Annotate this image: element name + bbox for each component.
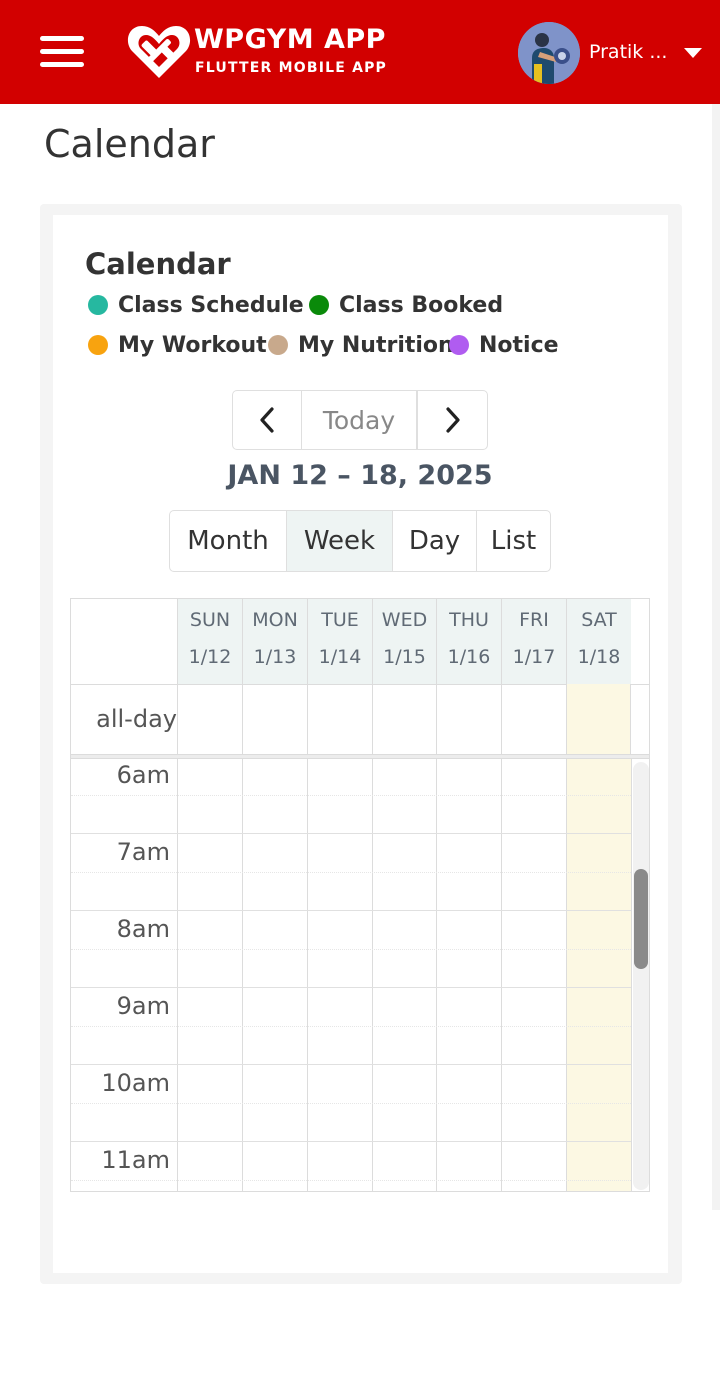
all-day-cell[interactable] (242, 684, 307, 754)
time-label-10am: 10am (101, 1069, 170, 1097)
legend-dot (88, 335, 108, 355)
all-day-row: all-day (71, 684, 649, 754)
day-date: 1/18 (577, 646, 621, 668)
day-name: MON (252, 609, 298, 631)
day-header-sun[interactable]: SUN 1/12 (177, 599, 242, 684)
legend-class-booked: Class Booked (309, 290, 503, 320)
day-date: 1/14 (318, 646, 362, 668)
prev-button[interactable] (232, 390, 302, 450)
user-avatar-image (518, 22, 580, 84)
time-label-11am: 11am (101, 1146, 170, 1174)
day-header-thu[interactable]: THU 1/16 (436, 599, 501, 684)
day-name: WED (381, 609, 428, 631)
chevron-right-icon (445, 407, 460, 433)
legend-dot (268, 335, 288, 355)
legend-notice: Notice (449, 330, 559, 360)
today-column[interactable] (566, 759, 631, 1191)
day-header-row: SUN 1/12 MON 1/13 TUE 1/14 WED 1/15 THU … (71, 599, 649, 685)
all-day-cell[interactable] (501, 684, 566, 754)
legend-my-nutrition: My Nutrition (268, 330, 454, 360)
day-header-fri[interactable]: FRI 1/17 (501, 599, 566, 684)
date-range-title: JAN 12 – 18, 2025 (227, 460, 493, 491)
app-logo: WPGYM APP FLUTTER MOBILE APP (126, 20, 396, 84)
app-title: WPGYM APP (194, 24, 386, 55)
view-list-button[interactable]: List (476, 510, 551, 572)
legend-label: Class Schedule (118, 292, 304, 318)
time-label-6am: 6am (116, 761, 170, 789)
next-button[interactable] (417, 390, 488, 450)
all-day-cell[interactable] (307, 684, 372, 754)
all-day-cell[interactable] (177, 684, 242, 754)
legend-class-schedule: Class Schedule (88, 290, 304, 320)
day-name: SAT (581, 609, 617, 631)
legend-dot (88, 295, 108, 315)
time-label-9am: 9am (116, 992, 170, 1020)
time-label-7am: 7am (116, 838, 170, 866)
grid-scrollbar-track[interactable] (633, 762, 649, 1190)
view-week-button[interactable]: Week (286, 510, 393, 572)
all-day-cell-today[interactable] (566, 684, 631, 754)
calendar-title: Calendar (85, 247, 231, 281)
all-day-cell[interactable] (372, 684, 436, 754)
legend-label: My Workout (118, 332, 267, 358)
day-date: 1/16 (447, 646, 491, 668)
user-avatar[interactable] (518, 22, 580, 84)
day-date: 1/15 (383, 646, 426, 668)
day-date: 1/12 (188, 646, 232, 668)
day-header-sat[interactable]: SAT 1/18 (566, 599, 631, 684)
chevron-left-icon (260, 407, 274, 433)
view-day-button[interactable]: Day (392, 510, 477, 572)
day-header-mon[interactable]: MON 1/13 (242, 599, 307, 684)
day-header-tue[interactable]: TUE 1/14 (307, 599, 372, 684)
all-day-label: all-day (96, 705, 177, 733)
legend-label: Notice (479, 332, 559, 358)
app-header: WPGYM APP FLUTTER MOBILE APP Pratik ... (0, 0, 720, 104)
time-label-8am: 8am (116, 915, 170, 943)
user-name[interactable]: Pratik ... (589, 41, 667, 63)
hamburger-menu-icon[interactable] (38, 34, 86, 70)
week-grid: SUN 1/12 MON 1/13 TUE 1/14 WED 1/15 THU … (70, 598, 650, 1192)
legend-label: My Nutrition (298, 332, 454, 358)
all-day-cell[interactable] (436, 684, 501, 754)
caret-down-icon[interactable] (684, 48, 702, 58)
day-name: FRI (519, 609, 549, 631)
day-name: TUE (321, 609, 359, 631)
time-grid[interactable]: 6am 7am 8am 9am 10am 11am (71, 759, 649, 1191)
legend-label: Class Booked (339, 292, 504, 318)
day-date: 1/13 (253, 646, 297, 668)
view-month-button[interactable]: Month (169, 510, 287, 572)
heart-dumbbell-logo-icon (127, 26, 191, 78)
grid-scrollbar-thumb[interactable] (634, 869, 648, 969)
day-name: SUN (189, 609, 231, 631)
day-date: 1/17 (512, 646, 556, 668)
scroll-edge (712, 104, 720, 1210)
page-title: Calendar (44, 122, 215, 166)
today-button[interactable]: Today (301, 390, 417, 450)
legend-my-workout: My Workout (88, 330, 267, 360)
day-name: THU (449, 609, 489, 631)
app-subtitle: FLUTTER MOBILE APP (195, 60, 388, 76)
legend-dot (449, 335, 469, 355)
day-header-wed[interactable]: WED 1/15 (372, 599, 436, 684)
legend-dot (309, 295, 329, 315)
